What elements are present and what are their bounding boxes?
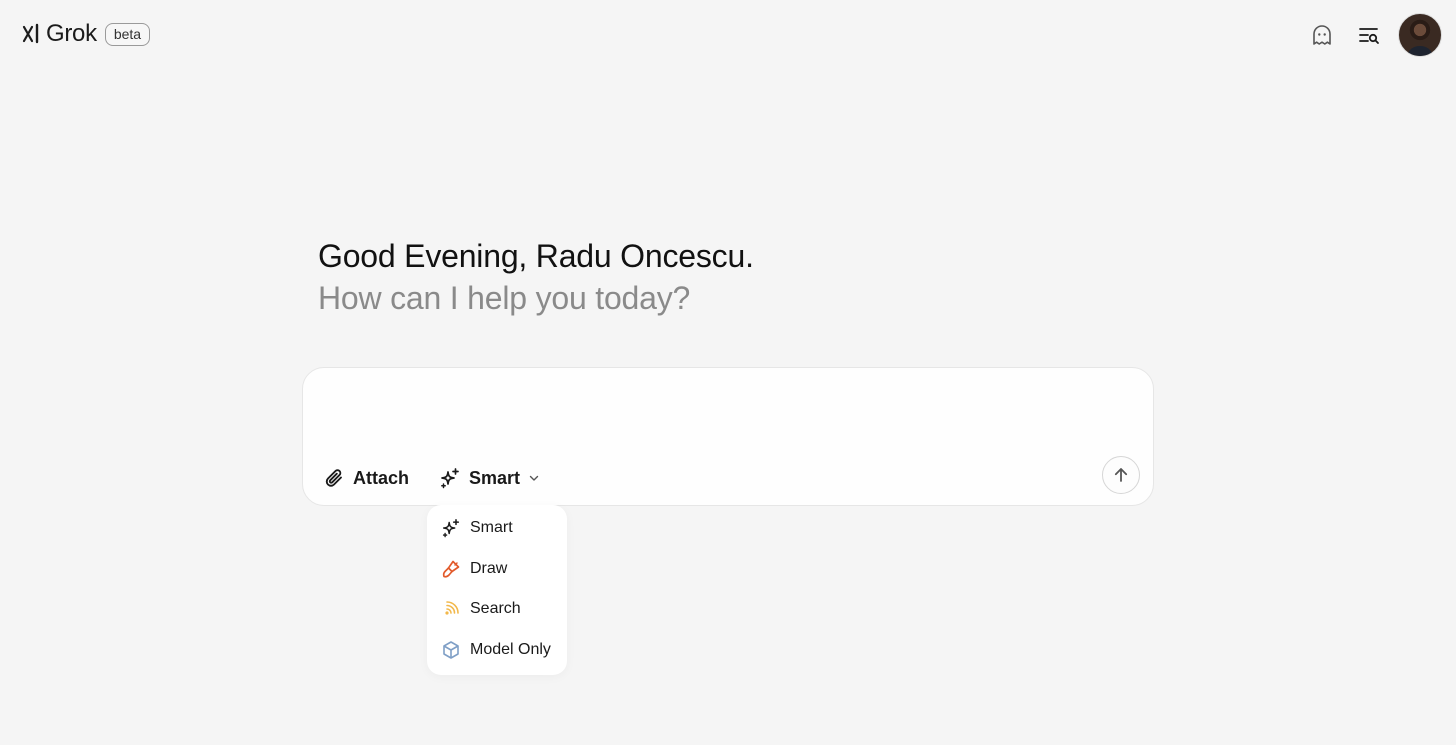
menu-item-label: Smart <box>470 519 513 537</box>
private-chat-button[interactable] <box>1302 15 1342 55</box>
search-history-icon <box>1359 28 1379 44</box>
xai-logo-icon <box>22 23 39 44</box>
prompt-input[interactable] <box>323 386 1107 450</box>
paintbrush-icon <box>441 559 461 579</box>
menu-item-label: Model Only <box>470 640 551 658</box>
user-avatar[interactable] <box>1398 13 1442 57</box>
broadcast-icon <box>441 599 461 619</box>
attach-button[interactable]: Attach <box>323 467 409 489</box>
logo-text: Grok <box>46 20 97 47</box>
attach-label: Attach <box>353 467 410 488</box>
composer: Attach Smart <box>302 367 1154 506</box>
grok-app: Grok beta Good Evening, Radu Oncescu. Ho… <box>0 0 1456 745</box>
beta-badge: beta <box>104 22 151 46</box>
greeting-title: Good Evening, Radu Oncescu. <box>318 238 754 274</box>
menu-item-search[interactable]: Search <box>427 589 567 630</box>
greeting: Good Evening, Radu Oncescu. How can I he… <box>318 236 754 320</box>
menu-item-label: Draw <box>470 559 508 577</box>
ghost-icon <box>1313 25 1331 45</box>
menu-item-label: Search <box>470 600 521 618</box>
menu-item-draw[interactable]: Draw <box>427 549 567 590</box>
menu-item-model-only[interactable]: Model Only <box>427 630 567 671</box>
sparkle-icon <box>441 518 461 538</box>
greeting-subtitle: How can I help you today? <box>318 280 691 316</box>
logo[interactable]: Grok beta <box>22 20 151 48</box>
mode-menu: Smart Draw Search Model Only <box>427 505 567 675</box>
arrow-up-icon <box>1114 468 1128 482</box>
composer-actions: Attach Smart <box>323 467 578 489</box>
cube-icon <box>441 640 461 660</box>
menu-item-smart[interactable]: Smart <box>427 508 567 549</box>
sparkle-icon <box>441 468 459 489</box>
chevron-down-icon <box>529 475 539 481</box>
paperclip-icon <box>325 469 342 487</box>
mode-label: Smart <box>469 467 521 488</box>
send-button[interactable] <box>1102 456 1140 494</box>
history-button[interactable] <box>1349 15 1389 55</box>
header-actions <box>1302 13 1442 57</box>
mode-selector[interactable]: Smart <box>439 467 548 489</box>
